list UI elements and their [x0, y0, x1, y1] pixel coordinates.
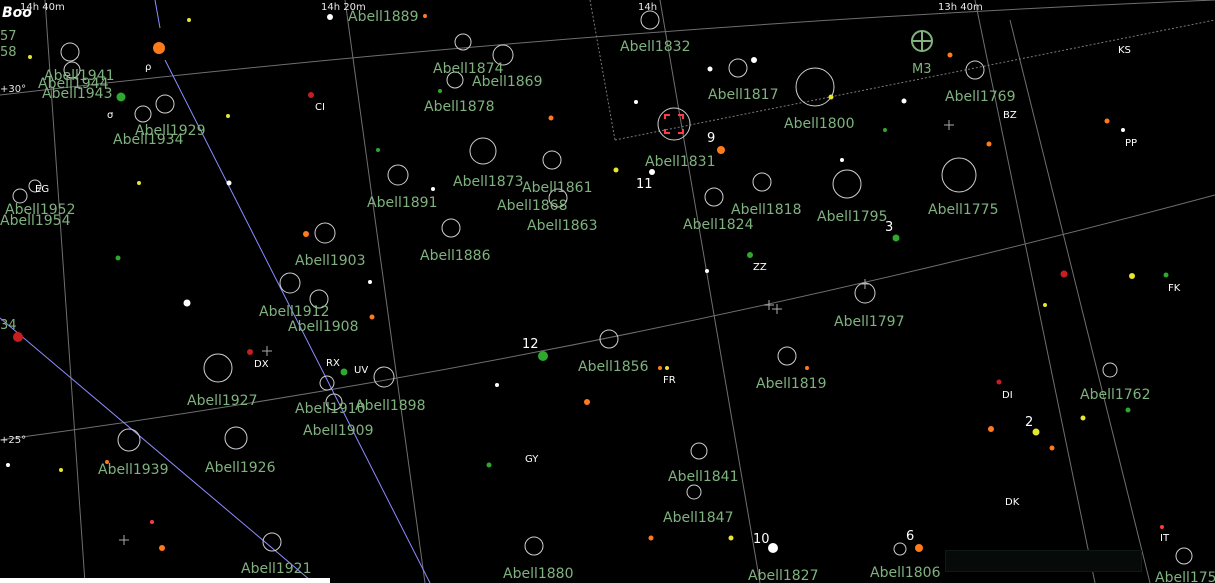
star-name-label: DX [254, 359, 269, 370]
cluster-label[interactable]: Abell1795 [817, 209, 888, 225]
cluster-label[interactable]: Abell1889 [348, 9, 419, 25]
cluster-label[interactable]: Abell1831 [645, 154, 716, 170]
dec-grid-label: +30° [0, 84, 26, 95]
cluster-label[interactable]: Abell1921 [241, 561, 312, 577]
cluster-label[interactable]: Abell1873 [453, 174, 524, 190]
cluster-label[interactable]: Abell1927 [187, 393, 258, 409]
cluster-label[interactable]: Abell1827 [748, 568, 819, 583]
cluster-label[interactable]: Abell1908 [288, 319, 359, 335]
cluster-label[interactable]: Abell1868 [497, 198, 568, 214]
m3-label: M3 [912, 62, 932, 77]
edge-label: 58 [0, 45, 17, 60]
cluster-label[interactable]: Abell1832 [620, 39, 691, 55]
cluster-label[interactable]: Abell1891 [367, 195, 438, 211]
cluster-label[interactable]: Abell1934 [113, 132, 184, 148]
ra-grid-label: 13h 40m [938, 2, 983, 13]
star-name-label: σ [107, 110, 114, 121]
star-number-label: 11 [636, 177, 653, 192]
cluster-label[interactable]: Abell1869 [472, 74, 543, 90]
cluster-label[interactable]: Abell1824 [683, 217, 754, 233]
scroll-indicator [0, 578, 330, 583]
edge-label: 57 [0, 29, 17, 44]
cluster-label[interactable]: Abell1806 [870, 565, 941, 581]
cluster-label[interactable]: Abell1817 [708, 87, 779, 103]
cluster-label[interactable]: Abell1886 [420, 248, 491, 264]
cluster-label[interactable]: Abell1762 [1080, 387, 1151, 403]
star-number-label: 2 [1025, 415, 1033, 430]
star-name-label: FR [663, 375, 676, 386]
cluster-label[interactable]: Abell1750 [1155, 570, 1215, 583]
star-name-label: IT [1160, 533, 1170, 544]
star-name-label: RX [326, 358, 340, 369]
cluster-label[interactable]: Abell1954 [0, 213, 71, 229]
cluster-label[interactable]: Abell1939 [98, 462, 169, 478]
star-name-label: PP [1125, 138, 1137, 149]
star-number-label: 3 [885, 220, 893, 235]
star-name-label: ZZ [753, 262, 767, 273]
status-bar [945, 550, 1142, 572]
cluster-label[interactable]: Abell1819 [756, 376, 827, 392]
star-number-label: 12 [522, 337, 539, 352]
ra-grid-label: 14h [638, 2, 657, 13]
star-chart[interactable]: Boo14h 40m 14h 20m 14h 13h 40m+30°+25°57583… [0, 0, 1215, 583]
star-name-label: CI [315, 102, 325, 113]
cluster-label[interactable]: Abell1847 [663, 510, 734, 526]
star-name-label: UV [354, 365, 368, 376]
cluster-label[interactable]: Abell1903 [295, 253, 366, 269]
globular-cluster-icon[interactable] [911, 30, 933, 52]
cluster-label[interactable]: Abell1926 [205, 460, 276, 476]
star-name-label: DI [1002, 390, 1013, 401]
cluster-label[interactable]: Abell1909 [303, 423, 374, 439]
cluster-label[interactable]: Abell1878 [424, 99, 495, 115]
cluster-label[interactable]: Abell1769 [945, 89, 1016, 105]
cluster-label[interactable]: Abell1861 [522, 180, 593, 196]
target-reticle-icon[interactable] [657, 107, 691, 141]
cluster-label[interactable]: Abell1856 [578, 359, 649, 375]
star-number-label: 10 [753, 532, 770, 547]
star-number-label: 6 [906, 529, 914, 544]
cluster-label[interactable]: Abell1943 [42, 86, 113, 102]
cluster-label[interactable]: Abell1800 [784, 116, 855, 132]
star-name-label: ρ [145, 62, 151, 73]
cluster-label[interactable]: Abell1898 [355, 398, 426, 414]
star-name-label: KS [1118, 45, 1131, 56]
cluster-label[interactable]: Abell1863 [527, 218, 598, 234]
ra-grid-label: 14h 40m [20, 2, 65, 13]
cluster-label[interactable]: Abell1880 [503, 566, 574, 582]
star-number-label: 9 [707, 131, 715, 146]
chart-labels: Boo14h 40m 14h 20m 14h 13h 40m+30°+25°57583… [0, 2, 1215, 583]
star-name-label: FK [1168, 283, 1181, 294]
cluster-label[interactable]: Abell1841 [668, 469, 739, 485]
cluster-label[interactable]: Abell1775 [928, 202, 999, 218]
star-name-label: DK [1005, 497, 1020, 508]
cluster-label[interactable]: Abell1912 [259, 304, 330, 320]
star-name-label: EG [35, 184, 49, 195]
edge-label: 34 [0, 318, 17, 333]
star-name-label: BZ [1003, 110, 1017, 121]
star-name-label: GY [525, 454, 539, 465]
dec-grid-label: +25° [0, 435, 26, 446]
cluster-label[interactable]: Abell1818 [731, 202, 802, 218]
cluster-label[interactable]: Abell1797 [834, 314, 905, 330]
